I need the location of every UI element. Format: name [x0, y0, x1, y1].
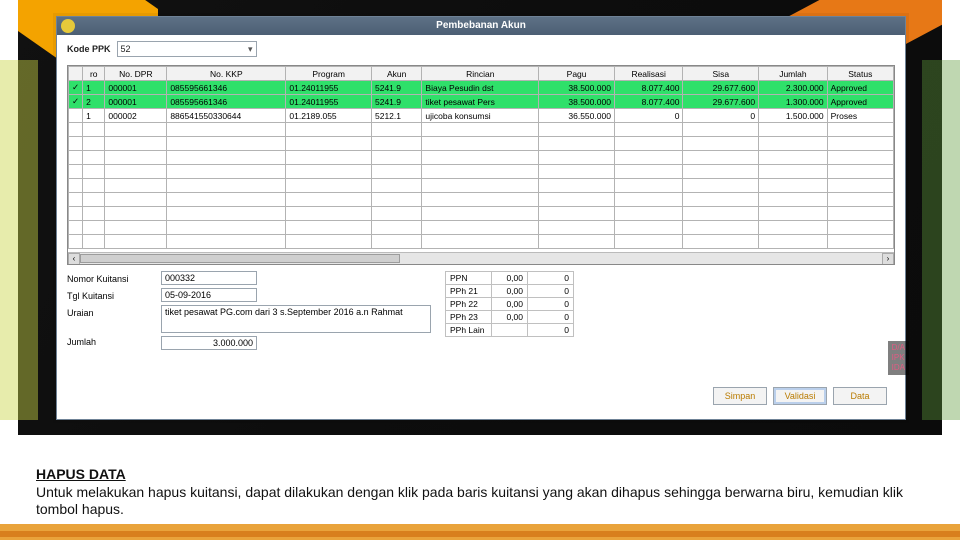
- table-row-empty[interactable]: [69, 151, 894, 165]
- tax-row: PPh 220,000: [446, 298, 574, 311]
- col-header[interactable]: Akun: [371, 67, 421, 81]
- table-row-empty[interactable]: [69, 221, 894, 235]
- jumlah-label: Jumlah: [67, 334, 147, 351]
- col-header[interactable]: Rincian: [422, 67, 539, 81]
- tax-row: PPh Lain0: [446, 324, 574, 337]
- footer-sub-strip: [0, 531, 960, 537]
- right-badges: D/AIPKIDA: [888, 341, 909, 375]
- uraian-label: Uraian: [67, 305, 147, 322]
- col-header[interactable]: No. DPR: [105, 67, 167, 81]
- tax-table: PPN0,000PPh 210,000PPh 220,000PPh 230,00…: [445, 271, 574, 351]
- col-header[interactable]: Pagu: [539, 67, 615, 81]
- tax-row: PPN0,000: [446, 272, 574, 285]
- desc-heading: HAPUS DATA: [36, 466, 126, 482]
- tgl-kuitansi-input[interactable]: [161, 288, 257, 302]
- decor-side-left: [0, 60, 38, 420]
- table-row-empty[interactable]: [69, 137, 894, 151]
- description-text: HAPUS DATA Untuk melakukan hapus kuitans…: [36, 466, 926, 519]
- window-titlebar[interactable]: Pembebanan Akun: [57, 17, 905, 35]
- window-title: Pembebanan Akun: [436, 20, 526, 31]
- tax-row: PPh 230,000: [446, 311, 574, 324]
- horizontal-scrollbar[interactable]: ‹ ›: [68, 252, 894, 264]
- desc-body: Untuk melakukan hapus kuitansi, dapat di…: [36, 484, 903, 518]
- tax-row: PPh 210,000: [446, 285, 574, 298]
- chevron-down-icon: ▾: [248, 44, 253, 55]
- kode-ppk-select[interactable]: 52 ▾: [117, 41, 257, 57]
- table-row-empty[interactable]: [69, 165, 894, 179]
- col-header[interactable]: ro: [83, 67, 105, 81]
- kode-ppk-label: Kode PPK: [67, 44, 111, 54]
- table-row[interactable]: ✓100000108559566134601.240119555241.9Bia…: [69, 81, 894, 95]
- kode-ppk-value: 52: [121, 44, 131, 54]
- validasi-button[interactable]: Validasi: [773, 387, 827, 405]
- data-grid[interactable]: roNo. DPRNo. KKPProgramAkunRincianPaguRe…: [67, 65, 895, 265]
- scroll-right-arrow-icon[interactable]: ›: [882, 253, 894, 265]
- nomor-kuitansi-input[interactable]: [161, 271, 257, 285]
- data-button[interactable]: Data: [833, 387, 887, 405]
- table-row[interactable]: 100000288654155033064401.2189.0555212.1u…: [69, 109, 894, 123]
- col-header[interactable]: Program: [286, 67, 372, 81]
- app-icon: [61, 19, 75, 33]
- uraian-textarea[interactable]: tiket pesawat PG.com dari 3 s.September …: [161, 305, 431, 333]
- table-row-empty[interactable]: [69, 179, 894, 193]
- col-header[interactable]: Realisasi: [614, 67, 683, 81]
- app-window: Pembebanan Akun Kode PPK 52 ▾ roNo. DPRN…: [56, 16, 906, 420]
- jumlah-input[interactable]: [161, 336, 257, 350]
- table-row-empty[interactable]: [69, 207, 894, 221]
- grid-header-row: roNo. DPRNo. KKPProgramAkunRincianPaguRe…: [69, 67, 894, 81]
- table-row-empty[interactable]: [69, 235, 894, 249]
- table-row[interactable]: ✓200000108559566134601.240119555241.9tik…: [69, 95, 894, 109]
- tgl-kuitansi-label: Tgl Kuitansi: [67, 288, 147, 305]
- table-row-empty[interactable]: [69, 123, 894, 137]
- table-row-empty[interactable]: [69, 193, 894, 207]
- nomor-kuitansi-label: Nomor Kuitansi: [67, 271, 147, 288]
- simpan-button[interactable]: Simpan: [713, 387, 767, 405]
- col-header[interactable]: [69, 67, 83, 81]
- col-header[interactable]: No. KKP: [167, 67, 286, 81]
- detail-panel: Nomor Kuitansi Tgl Kuitansi Uraian Jumla…: [67, 271, 895, 351]
- col-header[interactable]: Sisa: [683, 67, 759, 81]
- decor-side-right: [922, 60, 960, 420]
- scroll-left-arrow-icon[interactable]: ‹: [68, 253, 80, 265]
- scroll-thumb[interactable]: [80, 254, 400, 263]
- col-header[interactable]: Jumlah: [759, 67, 828, 81]
- col-header[interactable]: Status: [827, 67, 893, 81]
